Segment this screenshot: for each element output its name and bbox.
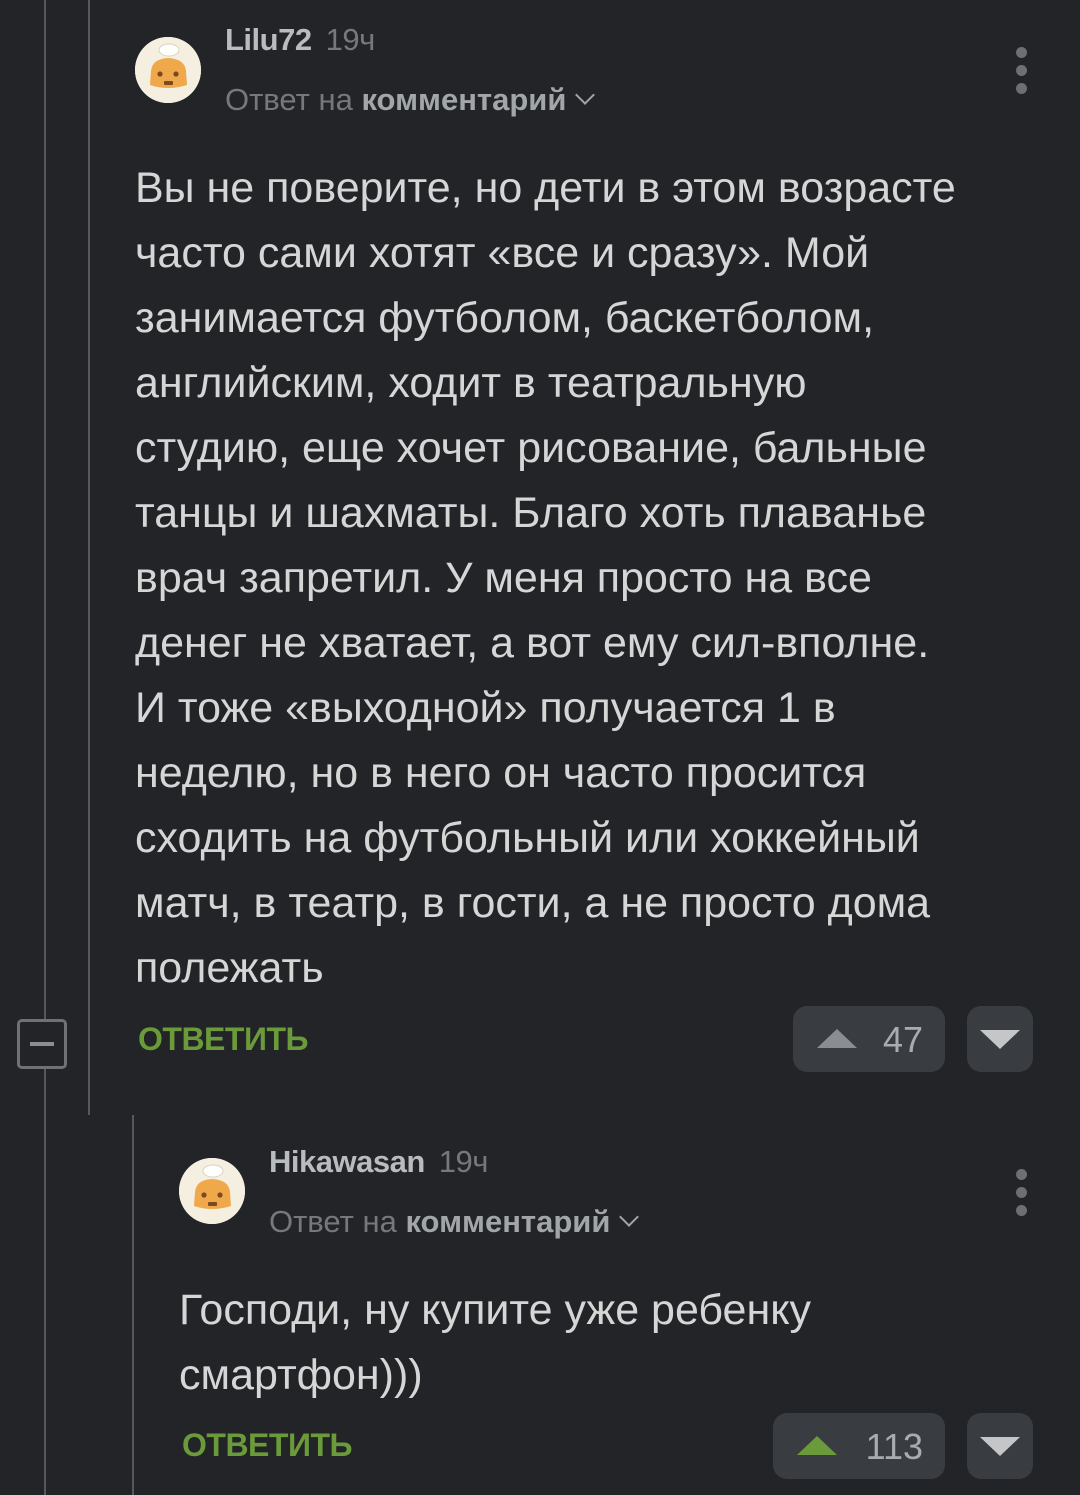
chevron-down-icon[interactable] bbox=[575, 85, 596, 105]
comment-author[interactable]: Lilu72 19ч bbox=[225, 22, 375, 58]
comment-time: 19ч bbox=[325, 22, 376, 57]
author-name[interactable]: Lilu72 bbox=[225, 22, 312, 57]
author-name[interactable]: Hikawasan bbox=[269, 1144, 425, 1179]
upvote-arrow-icon bbox=[817, 1029, 857, 1048]
upvote-arrow-icon bbox=[797, 1436, 837, 1455]
upvote-button[interactable]: 113 bbox=[773, 1413, 945, 1479]
more-options-icon[interactable] bbox=[1016, 1169, 1030, 1223]
default-avatar-icon[interactable] bbox=[179, 1158, 245, 1224]
vote-count: 47 bbox=[882, 1019, 923, 1060]
downvote-arrow-icon bbox=[980, 1437, 1020, 1456]
downvote-button[interactable] bbox=[967, 1413, 1033, 1479]
reply-button[interactable]: ОТВЕТИТЬ bbox=[138, 1021, 308, 1058]
reply-prefix: Ответ на bbox=[269, 1204, 397, 1239]
reply-prefix: Ответ на bbox=[225, 82, 353, 117]
comment-body: Вы не поверите, но дети в этом возрасте … bbox=[135, 164, 956, 992]
vote-count: 113 bbox=[865, 1426, 923, 1467]
more-options-icon[interactable] bbox=[1016, 47, 1030, 101]
downvote-button[interactable] bbox=[967, 1006, 1033, 1072]
chevron-down-icon[interactable] bbox=[619, 1207, 640, 1227]
downvote-arrow-icon bbox=[980, 1030, 1020, 1049]
upvote-button[interactable]: 47 bbox=[793, 1006, 945, 1072]
reply-target[interactable]: комментарий bbox=[405, 1204, 610, 1239]
comment-time: 19ч bbox=[438, 1144, 489, 1179]
reply-to-link[interactable]: Ответ на комментарий bbox=[225, 82, 596, 118]
comments-page: Lilu72 19ч Ответ на комментарий Вы не пов… bbox=[0, 0, 1080, 1495]
comment: Lilu72 19ч Ответ на комментарий Вы не пов… bbox=[0, 0, 1080, 1100]
comment-author[interactable]: Hikawasan 19ч bbox=[269, 1144, 488, 1180]
reply-target[interactable]: комментарий bbox=[361, 82, 566, 117]
reply-button[interactable]: ОТВЕТИТЬ bbox=[182, 1427, 352, 1464]
comment: Hikawasan 19ч Ответ на комментарий Господ… bbox=[0, 1120, 1080, 1495]
reply-to-link[interactable]: Ответ на комментарий bbox=[269, 1204, 640, 1240]
default-avatar-icon[interactable] bbox=[135, 37, 201, 103]
comment-body: Господи, ну купите уже ребенку смартфон)… bbox=[179, 1286, 812, 1399]
